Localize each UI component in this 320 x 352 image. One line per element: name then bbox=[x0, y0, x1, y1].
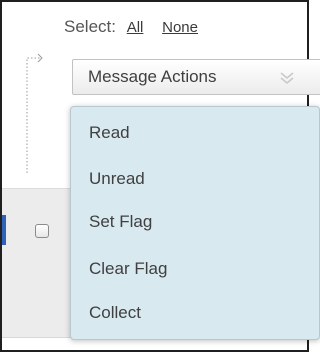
select-none-link[interactable]: None bbox=[162, 19, 198, 36]
menu-item-collect[interactable]: Collect bbox=[89, 299, 289, 327]
message-row-checkbox[interactable] bbox=[35, 224, 49, 238]
message-actions-label: Message Actions bbox=[88, 67, 217, 86]
select-toolbar: Select: All None bbox=[64, 14, 198, 40]
selected-row-marker bbox=[2, 215, 6, 245]
menu-item-unread[interactable]: Unread bbox=[89, 165, 289, 193]
select-all-link[interactable]: All bbox=[127, 19, 144, 36]
menu-item-set-flag[interactable]: Set Flag bbox=[89, 208, 289, 236]
message-actions-menu: Read Unread Set Flag Clear Flag Collect bbox=[70, 106, 320, 340]
message-actions-button[interactable]: Message Actions bbox=[72, 59, 320, 95]
menu-item-read[interactable]: Read bbox=[89, 119, 289, 147]
select-label: Select: bbox=[64, 17, 116, 36]
tree-connector-icon bbox=[26, 53, 43, 173]
menu-item-clear-flag[interactable]: Clear Flag bbox=[89, 255, 289, 283]
double-chevron-down-icon bbox=[280, 72, 294, 85]
